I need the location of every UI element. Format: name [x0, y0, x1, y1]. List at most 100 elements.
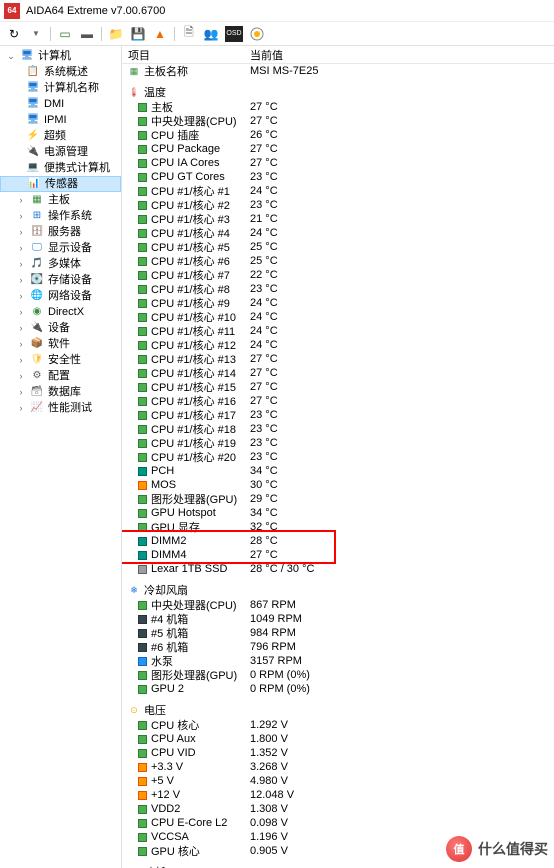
circle-icon[interactable] — [249, 26, 265, 42]
data-row[interactable]: +3.3 V3.268 V — [122, 760, 554, 774]
tree-item-多媒体[interactable]: ›🎵多媒体 — [0, 256, 121, 272]
data-row[interactable]: 中央处理器(CPU)27 °C — [122, 114, 554, 128]
tree-item-系统概述[interactable]: 📋系统概述 — [0, 64, 121, 80]
tree-item-操作系统[interactable]: ›⊞操作系统 — [0, 208, 121, 224]
refresh-icon[interactable]: ↻ — [6, 26, 22, 42]
data-row[interactable]: CPU #1/核心 #1427 °C — [122, 366, 554, 380]
tree-item-配置[interactable]: ›⚙配置 — [0, 368, 121, 384]
flame-icon[interactable]: ▲ — [152, 26, 168, 42]
data-row[interactable]: CPU E-Core L20.098 V — [122, 816, 554, 830]
data-row[interactable]: #5 机箱984 RPM — [122, 626, 554, 640]
data-row[interactable]: 水泵3157 RPM — [122, 654, 554, 668]
tree-item-网络设备[interactable]: ›🌐网络设备 — [0, 288, 121, 304]
tree-item-传感器[interactable]: 📊传感器 — [0, 176, 121, 192]
users-icon[interactable]: 👥 — [203, 26, 219, 42]
expand-icon[interactable]: › — [16, 369, 26, 383]
tree-item-DMI[interactable]: 🖥DMI — [0, 96, 121, 112]
tree-item-主板[interactable]: ›▦主板 — [0, 192, 121, 208]
data-row[interactable]: CPU GT Cores23 °C — [122, 170, 554, 184]
ram-icon[interactable]: ▭ — [57, 26, 73, 42]
data-row[interactable]: CPU #1/核心 #1124 °C — [122, 324, 554, 338]
data-row[interactable]: CPU #1/核心 #321 °C — [122, 212, 554, 226]
data-row[interactable]: VDD21.308 V — [122, 802, 554, 816]
expand-icon[interactable]: › — [16, 337, 26, 351]
expand-icon[interactable]: › — [16, 241, 26, 255]
data-row[interactable]: 图形处理器(GPU)0 RPM (0%) — [122, 668, 554, 682]
data-row[interactable]: ▦主板名称MSI MS-7E25 — [122, 64, 554, 78]
tree-item-DirectX[interactable]: ›◉DirectX — [0, 304, 121, 320]
data-row[interactable]: CPU #1/核心 #1224 °C — [122, 338, 554, 352]
expand-icon[interactable]: › — [16, 209, 26, 223]
data-row[interactable]: #6 机箱796 RPM — [122, 640, 554, 654]
data-row[interactable]: GPU Hotspot34 °C — [122, 506, 554, 520]
ticket-icon[interactable]: ▬ — [79, 26, 95, 42]
data-row[interactable]: PCH34 °C — [122, 464, 554, 478]
expand-icon[interactable]: › — [16, 401, 26, 415]
data-row[interactable]: CPU #1/核心 #823 °C — [122, 282, 554, 296]
doc-icon[interactable]: 🗎 — [181, 26, 197, 42]
data-row[interactable]: CPU #1/核心 #223 °C — [122, 198, 554, 212]
data-row[interactable]: MOS30 °C — [122, 478, 554, 492]
tree-item-计算机名称[interactable]: 🖥计算机名称 — [0, 80, 121, 96]
data-row[interactable]: +5 V4.980 V — [122, 774, 554, 788]
col-value[interactable]: 当前值 — [244, 47, 554, 63]
tree-item-性能测试[interactable]: ›📈性能测试 — [0, 400, 121, 416]
expand-icon[interactable]: › — [16, 321, 26, 335]
tree-item-IPMI[interactable]: 🖥IPMI — [0, 112, 121, 128]
tree-item-软件[interactable]: ›📦软件 — [0, 336, 121, 352]
tree-item-存储设备[interactable]: ›💽存储设备 — [0, 272, 121, 288]
expand-icon[interactable]: › — [16, 353, 26, 367]
data-row[interactable]: CPU #1/核心 #1723 °C — [122, 408, 554, 422]
data-row[interactable]: CPU #1/核心 #722 °C — [122, 268, 554, 282]
data-row[interactable]: CPU #1/核心 #1527 °C — [122, 380, 554, 394]
data-row[interactable]: CPU #1/核心 #625 °C — [122, 254, 554, 268]
data-row[interactable]: CPU #1/核心 #2023 °C — [122, 450, 554, 464]
expand-icon[interactable]: › — [16, 385, 26, 399]
data-row[interactable]: CPU 核心1.292 V — [122, 718, 554, 732]
data-row[interactable]: CPU #1/核心 #525 °C — [122, 240, 554, 254]
data-row[interactable]: GPU 显存32 °C — [122, 520, 554, 534]
tree-item-服务器[interactable]: ›🗄服务器 — [0, 224, 121, 240]
tree-item-超频[interactable]: ⚡超频 — [0, 128, 121, 144]
data-row[interactable]: Lexar 1TB SSD28 °C / 30 °C — [122, 562, 554, 576]
data-row[interactable]: CPU #1/核心 #924 °C — [122, 296, 554, 310]
tree-item-电源管理[interactable]: 🔌电源管理 — [0, 144, 121, 160]
data-row[interactable]: CPU VID1.352 V — [122, 746, 554, 760]
data-row[interactable]: CPU #1/核心 #124 °C — [122, 184, 554, 198]
data-row[interactable]: CPU #1/核心 #424 °C — [122, 226, 554, 240]
tree-item-便携式计算机[interactable]: 💻便携式计算机 — [0, 160, 121, 176]
data-row[interactable]: CPU Aux1.800 V — [122, 732, 554, 746]
data-row[interactable]: CPU #1/核心 #1024 °C — [122, 310, 554, 324]
data-row[interactable]: DIMM427 °C — [122, 548, 554, 562]
data-row[interactable]: DIMM228 °C — [122, 534, 554, 548]
data-row[interactable]: GPU 20 RPM (0%) — [122, 682, 554, 696]
expand-icon[interactable]: › — [16, 257, 26, 271]
data-row[interactable]: 主板27 °C — [122, 100, 554, 114]
data-row[interactable]: CPU 插座26 °C — [122, 128, 554, 142]
tree-item-设备[interactable]: ›🔌设备 — [0, 320, 121, 336]
collapse-icon[interactable]: ⌄ — [6, 49, 16, 63]
tree-item-安全性[interactable]: ›🛡安全性 — [0, 352, 121, 368]
data-row[interactable]: CPU #1/核心 #1327 °C — [122, 352, 554, 366]
data-row[interactable]: 中央处理器(CPU)867 RPM — [122, 598, 554, 612]
data-row[interactable]: #4 机箱1049 RPM — [122, 612, 554, 626]
data-row[interactable]: CPU #1/核心 #1923 °C — [122, 436, 554, 450]
osd-icon[interactable]: OSD — [225, 26, 243, 42]
tree-item-显示设备[interactable]: ›🖵显示设备 — [0, 240, 121, 256]
dropdown-icon[interactable]: ▼ — [28, 26, 44, 42]
folder-icon[interactable]: 📁 — [108, 26, 124, 42]
data-row[interactable]: CPU #1/核心 #1823 °C — [122, 422, 554, 436]
expand-icon[interactable]: › — [16, 289, 26, 303]
tree-root-computer[interactable]: ⌄ 🖥 计算机 — [0, 48, 121, 64]
expand-icon[interactable]: › — [16, 225, 26, 239]
expand-icon[interactable]: › — [16, 273, 26, 287]
expand-icon[interactable]: › — [16, 305, 26, 319]
expand-icon[interactable]: › — [16, 193, 26, 207]
data-row[interactable]: CPU Package27 °C — [122, 142, 554, 156]
data-row[interactable]: +12 V12.048 V — [122, 788, 554, 802]
col-item[interactable]: 项目 — [122, 47, 244, 63]
disk-icon[interactable]: 💾 — [130, 26, 146, 42]
tree-item-数据库[interactable]: ›🗃数据库 — [0, 384, 121, 400]
data-row[interactable]: CPU #1/核心 #1627 °C — [122, 394, 554, 408]
data-row[interactable]: CPU IA Cores27 °C — [122, 156, 554, 170]
